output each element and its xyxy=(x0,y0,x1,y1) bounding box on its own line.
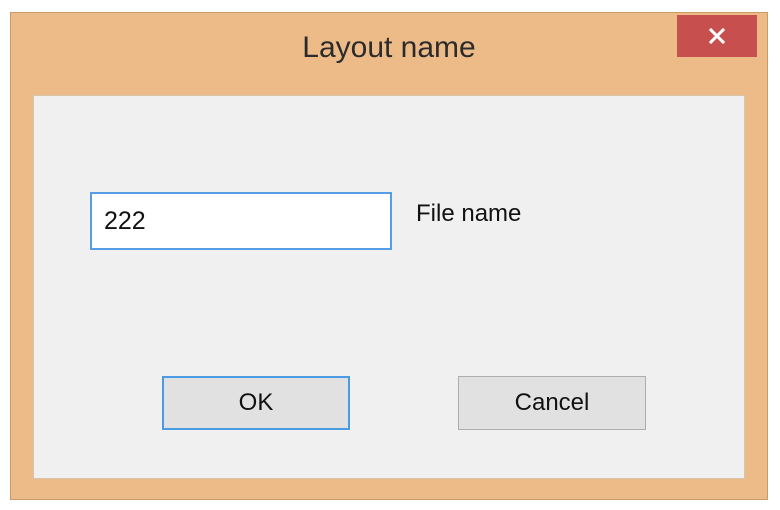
dialog-window: Layout name File name OK Cancel xyxy=(10,12,768,500)
cancel-button[interactable]: Cancel xyxy=(458,376,646,430)
title-bar[interactable]: Layout name xyxy=(11,13,767,91)
window-title: Layout name xyxy=(302,31,476,64)
dialog-client-area: File name OK Cancel xyxy=(33,95,745,479)
file-name-label: File name xyxy=(416,200,522,227)
ok-button[interactable]: OK xyxy=(162,376,350,430)
file-name-input[interactable] xyxy=(90,192,392,250)
close-button[interactable] xyxy=(677,15,757,57)
close-icon xyxy=(708,27,726,45)
